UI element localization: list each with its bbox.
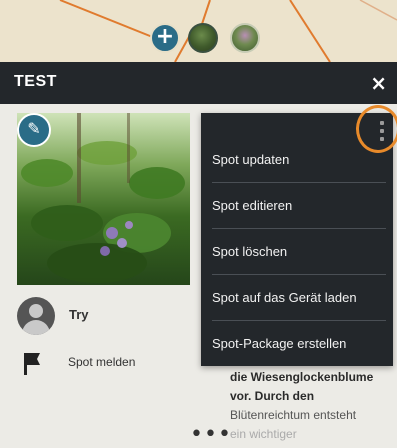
- spot-title: TEST: [14, 73, 57, 90]
- spot-description: die Wiesenglockenblume vor. Durch den Bl…: [230, 368, 397, 444]
- add-spot-button[interactable]: +: [150, 23, 180, 53]
- map-area[interactable]: +: [0, 0, 397, 62]
- avatar-body: [22, 320, 50, 335]
- description-line: die Wiesenglockenblume: [230, 370, 374, 384]
- report-spot-label: Spot melden: [68, 355, 136, 369]
- close-button[interactable]: ×: [370, 71, 387, 95]
- avatar: [17, 297, 55, 335]
- flag-icon: [24, 353, 40, 375]
- menu-item-delete-spot[interactable]: Spot löschen: [201, 229, 393, 274]
- spot-context-menu: Spot updaten Spot editieren Spot löschen…: [201, 113, 393, 366]
- plus-icon: +: [155, 24, 175, 49]
- plant-photo-thumbnail[interactable]: [188, 23, 218, 53]
- spot-author[interactable]: Try: [17, 297, 197, 337]
- more-icon[interactable]: •••: [190, 424, 232, 446]
- flower-photo-thumbnail[interactable]: [230, 23, 260, 53]
- highlight-ring: [356, 105, 397, 153]
- avatar-head: [29, 304, 43, 318]
- close-icon: ×: [370, 71, 387, 95]
- spot-header: TEST ×: [0, 62, 397, 104]
- edit-spot-button[interactable]: ✎: [17, 113, 51, 147]
- description-line: ein wichtiger: [230, 427, 297, 441]
- report-spot-button[interactable]: Spot melden: [22, 351, 202, 375]
- menu-item-edit-spot[interactable]: Spot editieren: [201, 183, 393, 228]
- author-name: Try: [69, 307, 89, 322]
- menu-item-download-spot[interactable]: Spot auf das Gerät laden: [201, 275, 393, 320]
- pencil-icon: ✎: [27, 119, 41, 138]
- description-line: Blütenreichtum entsteht: [230, 408, 357, 422]
- menu-item-create-package[interactable]: Spot-Package erstellen: [201, 321, 393, 366]
- description-line: vor. Durch den: [230, 389, 315, 403]
